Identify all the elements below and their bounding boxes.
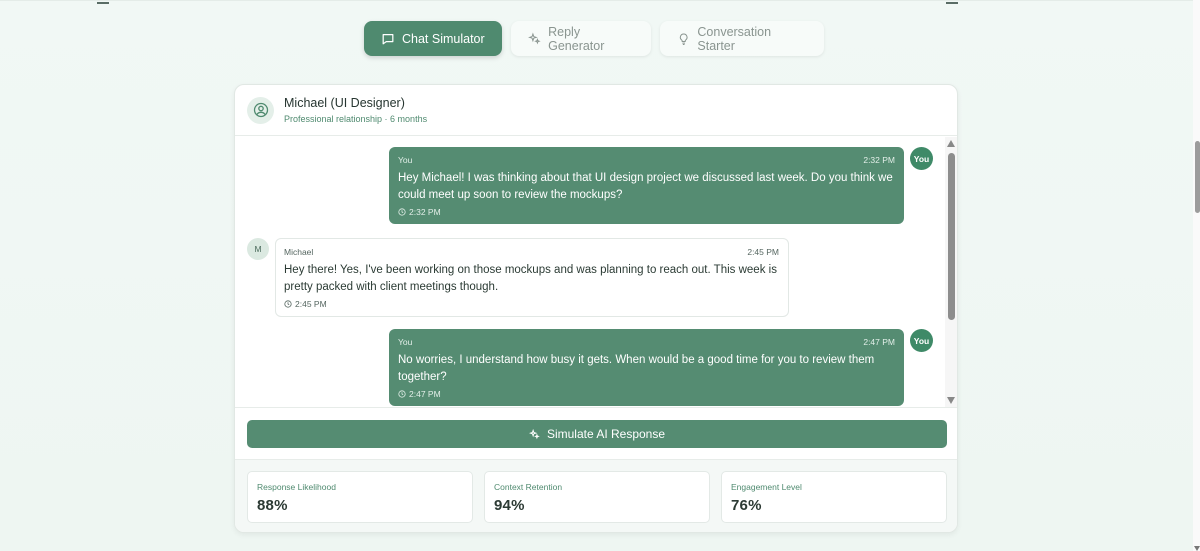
lightbulb-icon (679, 32, 688, 45)
tab-label: Conversation Starter (697, 24, 772, 53)
top-marker (97, 2, 109, 4)
clock-icon (284, 300, 292, 308)
clock-icon (398, 208, 406, 216)
metric-value: 76% (731, 497, 762, 514)
message-bubble: Michael 2:45 PM Hey there! Yes, I've bee… (275, 238, 789, 317)
tab-reply-generator[interactable]: Reply Generator (511, 21, 651, 56)
message-text: Hey there! Yes, I've been working on tho… (284, 264, 777, 293)
contact-name: Michael (UI Designer) (284, 96, 405, 110)
tab-label: Reply Generator (548, 24, 605, 53)
sparkles-icon (528, 428, 540, 439)
page-scrollbar-thumb[interactable] (1195, 141, 1200, 213)
sparkles-icon (528, 32, 541, 44)
metric-label: Engagement Level (731, 482, 802, 492)
message-sender: Michael (284, 247, 314, 257)
page: Chat Simulator Reply Generator Conversat… (0, 0, 1200, 551)
simulate-ai-response-button[interactable]: Simulate AI Response (247, 420, 947, 448)
message-time: 2:45 PM (747, 247, 779, 257)
user-circle-icon (253, 102, 268, 118)
clock-icon (398, 390, 406, 398)
message-sender: You (398, 337, 413, 347)
scroll-down-arrow-icon[interactable] (947, 397, 955, 404)
tab-label: Chat Simulator (402, 31, 485, 46)
tab-conversation-starter[interactable]: Conversation Starter (660, 21, 824, 56)
relationship-info: Professional relationship · 6 months (284, 114, 428, 124)
tab-chat-simulator[interactable]: Chat Simulator (364, 21, 502, 56)
message-footer-time: 2:32 PM (409, 207, 441, 217)
action-area: Simulate AI Response (235, 407, 957, 459)
message-list[interactable]: You 2:32 PM Hey Michael! I was thinking … (235, 137, 945, 407)
metric-value: 94% (494, 497, 525, 514)
message-you: You 2:47 PM No worries, I understand how… (389, 329, 904, 406)
message-bubble: You 2:47 PM No worries, I understand how… (389, 329, 904, 406)
button-label: Simulate AI Response (546, 427, 666, 441)
conversation-header: Michael (UI Designer) Professional relat… (235, 85, 957, 136)
message-text: No worries, I understand how busy it get… (398, 354, 875, 383)
top-marker (946, 2, 958, 4)
message-you: You 2:32 PM Hey Michael! I was thinking … (389, 147, 904, 224)
metric-label: Context Retention (494, 482, 563, 492)
page-scroll-down-arrow-icon[interactable] (1194, 546, 1200, 551)
chat-bubble-icon (382, 33, 394, 44)
message-time: 2:47 PM (863, 337, 895, 347)
message-sender: You (398, 155, 413, 165)
sender-badge: You (910, 147, 933, 170)
scroll-up-arrow-icon[interactable] (947, 140, 955, 147)
mode-tabs: Chat Simulator Reply Generator Conversat… (364, 21, 824, 56)
metric-response-likelihood: Response Likelihood 88% (247, 471, 473, 523)
sender-badge: You (910, 329, 933, 352)
scrollbar-thumb[interactable] (948, 153, 955, 320)
metric-label: Response Likelihood (257, 482, 336, 492)
message-footer-time: 2:45 PM (295, 299, 327, 309)
message-scrollbar[interactable] (945, 137, 957, 407)
message-bubble: You 2:32 PM Hey Michael! I was thinking … (389, 147, 904, 224)
chat-simulator-panel: Michael (UI Designer) Professional relat… (234, 84, 958, 533)
page-scrollbar[interactable] (1193, 0, 1200, 551)
metric-context-retention: Context Retention 94% (484, 471, 710, 523)
metrics-panel: Response Likelihood 88% Context Retentio… (235, 459, 957, 532)
top-divider (0, 0, 1200, 4)
message-michael: Michael 2:45 PM Hey there! Yes, I've bee… (275, 238, 789, 317)
metric-value: 88% (257, 497, 288, 514)
metric-engagement-level: Engagement Level 76% (721, 471, 947, 523)
sender-badge: M (247, 238, 269, 260)
message-time: 2:32 PM (863, 155, 895, 165)
message-text: Hey Michael! I was thinking about that U… (398, 172, 893, 201)
contact-avatar (247, 96, 274, 124)
message-footer-time: 2:47 PM (409, 389, 441, 399)
contact-info: Michael (UI Designer) Professional relat… (284, 96, 427, 124)
